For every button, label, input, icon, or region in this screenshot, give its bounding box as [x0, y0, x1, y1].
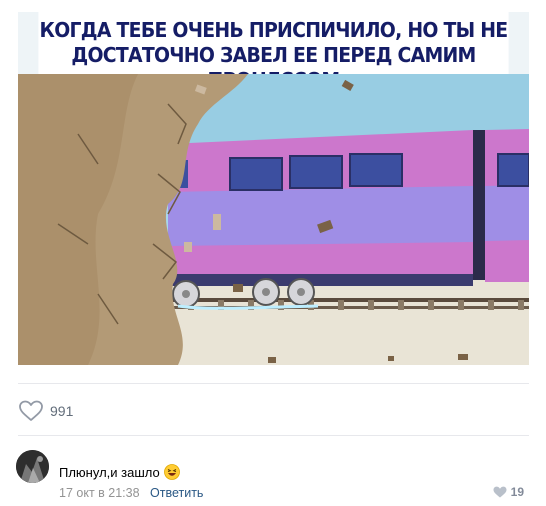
- likes-count: 991: [50, 403, 74, 419]
- heart-filled-icon: [493, 486, 507, 498]
- comment-text: Плюнул,и зашло: [59, 464, 160, 480]
- like-button[interactable]: 991: [18, 399, 73, 423]
- comment-meta: 17 окт в 21:38 Ответить: [59, 486, 203, 500]
- divider: [18, 383, 529, 384]
- avatar[interactable]: [16, 450, 49, 483]
- divider: [18, 435, 529, 436]
- comment-like-button[interactable]: 19: [493, 485, 524, 499]
- comment-time[interactable]: 17 окт в 21:38: [59, 486, 140, 500]
- post: КОГДА ТЕБЕ ОЧЕНЬ ПРИСПИЧИЛО, НО ТЫ НЕ ДО…: [0, 0, 546, 506]
- train-car: [168, 130, 473, 286]
- heart-outline-icon: [19, 400, 43, 421]
- meme-image[interactable]: КОГДА ТЕБЕ ОЧЕНЬ ПРИСПИЧИЛО, НО ТЫ НЕ ДО…: [18, 12, 529, 365]
- avatar-image: [16, 450, 49, 483]
- train-crash-illustration: [18, 74, 529, 365]
- laughing-face-emoji-icon: [163, 464, 180, 480]
- comment-body: Плюнул,и зашло: [59, 464, 180, 480]
- meme-caption: КОГДА ТЕБЕ ОЧЕНЬ ПРИСПИЧИЛО, НО ТЫ НЕ ДО…: [38, 12, 509, 92]
- reply-link[interactable]: Ответить: [150, 486, 203, 500]
- comment-like-count: 19: [510, 485, 524, 499]
